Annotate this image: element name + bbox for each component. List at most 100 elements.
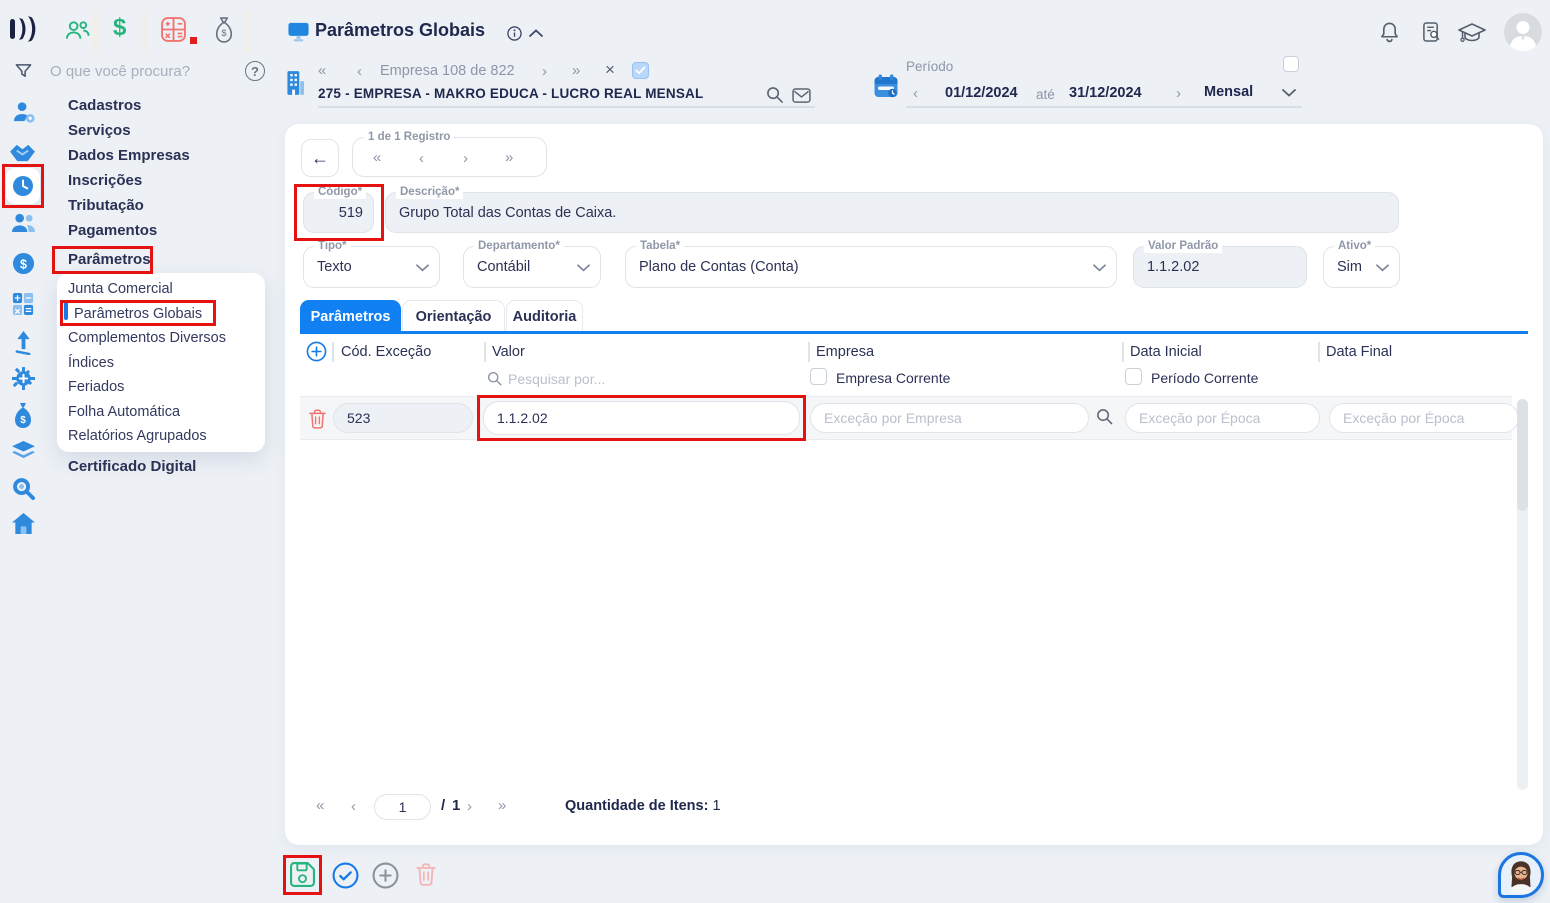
submenu-item-feriados[interactable]: Feriados <box>68 377 124 397</box>
row-cod-excecao-input[interactable] <box>333 403 473 433</box>
company-next-button[interactable]: › <box>542 63 547 81</box>
empresa-corrente-label: Empresa Corrente <box>836 370 950 386</box>
periodo-mode-select[interactable]: Mensal <box>1204 84 1253 100</box>
sidebar-item-pagamentos[interactable]: Pagamentos <box>68 221 157 241</box>
departamento-select[interactable]: Departamento* Contábil <box>463 246 601 288</box>
company-name: 275 - EMPRESA - MAKRO EDUCA - LUCRO REAL… <box>318 86 703 101</box>
sidebar-item-cadastros[interactable]: Cadastros <box>68 96 141 116</box>
tab-parametros[interactable]: Parâmetros <box>300 300 401 332</box>
calculator-blue-icon[interactable] <box>12 292 34 316</box>
dollar-coin-icon[interactable]: $ <box>12 252 35 275</box>
periodo-date-end[interactable]: 31/12/2024 <box>1069 85 1142 101</box>
row-empresa-input[interactable] <box>810 403 1089 433</box>
delete-row-icon[interactable] <box>309 409 326 429</box>
back-button[interactable]: ← <box>301 139 339 177</box>
pen-up-icon[interactable] <box>13 330 34 355</box>
tab-underline <box>300 331 1528 334</box>
submenu-item-relatorios-agrupados[interactable]: Relatórios Agrupados <box>68 426 207 446</box>
money-bag-blue-icon[interactable]: $ <box>12 402 34 429</box>
support-chat-avatar[interactable] <box>1498 852 1544 898</box>
row-valor-input[interactable] <box>483 401 800 435</box>
sidebar-item-dados-empresas[interactable]: Dados Empresas <box>68 146 190 166</box>
handshake-icon[interactable] <box>9 143 36 164</box>
add-row-icon[interactable] <box>306 341 327 362</box>
valor-padrao-field[interactable]: Valor Padrão 1.1.2.02 <box>1133 246 1307 288</box>
sidebar-item-parametros[interactable]: Parâmetros <box>68 250 151 270</box>
add-button[interactable] <box>372 862 399 889</box>
descricao-field[interactable]: Descrição* Grupo Total das Contas de Cai… <box>385 192 1399 233</box>
page-last-button[interactable]: » <box>498 797 506 814</box>
tab-orientacao[interactable]: Orientação <box>402 300 505 332</box>
page-next-button[interactable]: › <box>467 798 472 815</box>
sidebar-search-input[interactable] <box>50 58 238 84</box>
tipo-select[interactable]: Tipo* Texto <box>303 246 440 288</box>
codigo-field[interactable]: Código* 519 <box>303 192 374 233</box>
page-number-input[interactable] <box>374 794 431 820</box>
help-icon[interactable]: ? <box>245 61 265 81</box>
app-logo[interactable] <box>8 14 40 44</box>
periodo-prev-button[interactable]: ‹ <box>913 85 918 103</box>
page-first-button[interactable]: « <box>316 797 324 814</box>
notifications-bell-icon[interactable] <box>1380 21 1399 43</box>
sidebar-item-certificado-digital[interactable]: Certificado Digital <box>68 457 196 477</box>
periodo-checkbox[interactable] <box>1283 56 1299 72</box>
company-clear-button[interactable]: × <box>605 61 615 79</box>
grid-scrollbar-thumb[interactable] <box>1517 399 1528 511</box>
registro-first-button[interactable]: « <box>373 149 381 167</box>
tab-auditoria[interactable]: Auditoria <box>506 300 583 332</box>
envelope-icon[interactable] <box>792 88 811 103</box>
tabela-select[interactable]: Tabela* Plano de Contas (Conta) <box>625 246 1117 288</box>
periodo-corrente-checkbox[interactable] <box>1125 368 1142 385</box>
company-filter-checkbox[interactable] <box>632 62 649 79</box>
confirm-button[interactable] <box>332 862 359 889</box>
page-prev-button[interactable]: ‹ <box>351 798 356 815</box>
periodo-chevron-down-icon[interactable] <box>1282 89 1296 97</box>
delete-button[interactable] <box>416 863 436 886</box>
registro-prev-button[interactable]: ‹ <box>419 150 424 168</box>
filter-icon[interactable] <box>14 62 33 81</box>
registro-last-button[interactable]: » <box>505 149 513 167</box>
submenu-item-parametros-globais[interactable]: Parâmetros Globais <box>74 304 202 324</box>
home-icon[interactable] <box>11 512 36 535</box>
row-empresa-search-icon[interactable] <box>1096 408 1113 425</box>
empresa-corrente-checkbox[interactable] <box>810 368 827 385</box>
calculator-alert-icon[interactable] <box>160 16 187 43</box>
graduation-cap-icon[interactable] <box>1458 23 1486 43</box>
gear-icon[interactable] <box>11 366 36 391</box>
money-bag-gray-icon[interactable]: $ <box>212 16 236 44</box>
company-last-button[interactable]: » <box>572 62 580 80</box>
row-data-inicial-input[interactable] <box>1125 403 1320 433</box>
clock-icon-active[interactable] <box>5 167 41 205</box>
user-avatar[interactable] <box>1504 13 1542 51</box>
ativo-value: Sim <box>1337 247 1373 287</box>
billing-icon[interactable]: $ <box>113 14 126 42</box>
info-icon[interactable] <box>507 26 522 41</box>
submenu-item-junta-comercial[interactable]: Junta Comercial <box>68 279 173 299</box>
layers-icon[interactable] <box>11 440 36 461</box>
company-search-icon[interactable] <box>766 86 783 103</box>
clients-icon[interactable] <box>64 18 91 42</box>
company-prev-button[interactable]: ‹ <box>357 63 362 81</box>
svg-text:$: $ <box>20 415 26 426</box>
collapse-chevron-up-icon[interactable] <box>529 29 543 37</box>
submenu-item-folha-automatica[interactable]: Folha Automática <box>68 402 180 422</box>
grid-search-input[interactable] <box>508 368 778 390</box>
save-button[interactable] <box>289 861 316 888</box>
sidebar-item-servicos[interactable]: Serviços <box>68 121 131 141</box>
users-icon[interactable] <box>11 212 36 233</box>
search-blue-icon[interactable] <box>12 477 35 500</box>
row-data-final-input[interactable] <box>1329 403 1519 433</box>
user-settings-icon[interactable] <box>12 100 37 125</box>
registro-next-button[interactable]: › <box>463 150 468 168</box>
sidebar-item-tributacao[interactable]: Tributação <box>68 196 144 216</box>
submenu-item-indices[interactable]: Índices <box>68 353 114 373</box>
notification-badge <box>190 37 197 44</box>
document-search-icon[interactable] <box>1422 21 1441 43</box>
periodo-date-start[interactable]: 01/12/2024 <box>945 85 1018 101</box>
building-icon <box>286 69 305 98</box>
ativo-select[interactable]: Ativo* Sim <box>1323 246 1400 288</box>
company-first-button[interactable]: « <box>318 62 326 80</box>
periodo-next-button[interactable]: › <box>1176 85 1181 103</box>
submenu-item-complementos-diversos[interactable]: Complementos Diversos <box>68 328 226 348</box>
sidebar-item-inscricoes[interactable]: Inscrições <box>68 171 142 191</box>
